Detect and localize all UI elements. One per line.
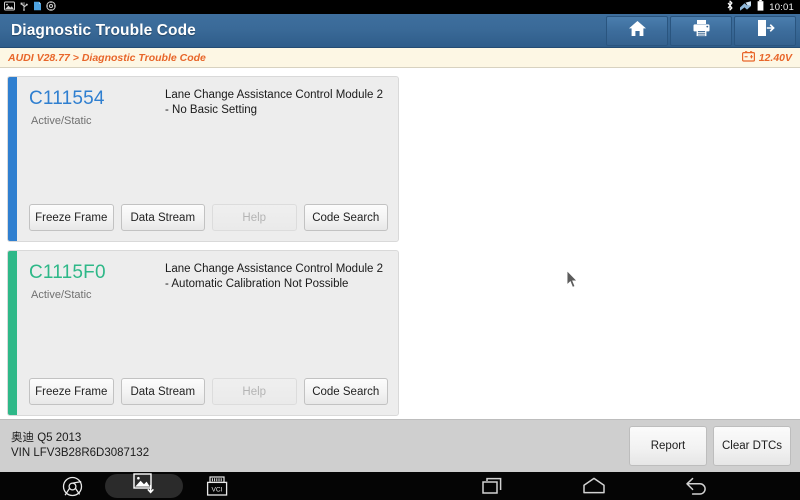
title-bar-actions <box>606 14 800 47</box>
dtc-card: C111554 Active/Static Lane Change Assistan… <box>7 76 399 242</box>
dtc-card: C1115F0 Active/Static Lane Change Assistan… <box>7 250 399 416</box>
dtc-card-header: C1115F0 Active/Static Lane Change Assistan… <box>29 261 388 301</box>
data-stream-button[interactable]: Data Stream <box>120 204 205 231</box>
data-stream-button[interactable]: Data Stream <box>120 378 205 405</box>
breadcrumb[interactable]: AUDI V28.77 > Diagnostic Trouble Code <box>0 52 206 64</box>
voltage-value: 12.40V <box>758 51 792 64</box>
android-nav-bar: VCI <box>0 472 800 500</box>
dtc-code: C111554 <box>29 88 105 109</box>
vehicle-name: 奥迪 Q5 2013 <box>11 432 82 444</box>
print-button[interactable] <box>670 15 732 46</box>
footer-actions: Report Clear DTCs <box>629 426 800 466</box>
home-button[interactable] <box>606 15 668 46</box>
report-button[interactable]: Report <box>629 426 707 466</box>
vehicle-info: 奥迪 Q5 2013 VIN LFV3B28R6D3087132 <box>0 431 149 461</box>
home-icon <box>628 20 647 42</box>
page-title: Diagnostic Trouble Code <box>11 21 196 39</box>
dtc-status: Active/Static <box>31 289 92 301</box>
exit-button[interactable] <box>734 15 796 46</box>
dtc-code: C1115F0 <box>29 262 106 283</box>
dtc-severity-accent <box>8 251 17 415</box>
dtc-card-header: C111554 Active/Static Lane Change Assistan… <box>29 87 388 127</box>
browser-icon[interactable] <box>62 476 83 497</box>
home-icon[interactable] <box>582 477 606 495</box>
svg-text:VCI: VCI <box>212 486 223 493</box>
dtc-action-row: Freeze Frame Data Stream Help Code Search <box>29 378 388 405</box>
footer-bar: 奥迪 Q5 2013 VIN LFV3B28R6D3087132 Report … <box>0 419 800 472</box>
vci-icon[interactable]: VCI <box>205 475 230 497</box>
voltage-indicator: 12.40V <box>741 49 800 67</box>
android-status-bar: 10:01 <box>0 0 800 14</box>
dtc-description: Lane Change Assistance Control Module 2 … <box>165 263 384 290</box>
nav-bar-right-group <box>482 476 800 496</box>
freeze-frame-button[interactable]: Freeze Frame <box>29 204 114 231</box>
dtc-status: Active/Static <box>31 115 92 127</box>
battery-voltage-icon <box>741 49 755 67</box>
dtc-code-column: C1115F0 Active/Static <box>29 261 165 301</box>
screenshot-capture-button[interactable] <box>105 473 183 499</box>
back-icon[interactable] <box>684 477 708 496</box>
dtc-description: Lane Change Assistance Control Module 2 … <box>165 89 384 116</box>
dtc-code-column: C111554 Active/Static <box>29 87 165 127</box>
recents-icon[interactable] <box>482 476 504 496</box>
clear-dtcs-button[interactable]: Clear DTCs <box>713 426 791 466</box>
help-button: Help <box>212 378 297 405</box>
breadcrumb-bar: AUDI V28.77 > Diagnostic Trouble Code 12… <box>0 48 800 68</box>
dtc-action-row: Freeze Frame Data Stream Help Code Search <box>29 204 388 231</box>
screenshot-capture-icon <box>132 473 156 499</box>
exit-icon <box>756 19 775 42</box>
app-title-bar: Diagnostic Trouble Code <box>0 14 800 48</box>
code-search-button[interactable]: Code Search <box>303 378 388 405</box>
code-search-button[interactable]: Code Search <box>303 204 388 231</box>
help-button: Help <box>212 204 297 231</box>
dtc-severity-accent <box>8 77 17 241</box>
dtc-card-body: C1115F0 Active/Static Lane Change Assistan… <box>17 251 398 415</box>
dtc-card-body: C111554 Active/Static Lane Change Assistan… <box>17 77 398 241</box>
status-bar-clock: 10:01 <box>769 1 794 13</box>
vehicle-vin: VIN LFV3B28R6D3087132 <box>11 447 150 459</box>
print-icon <box>692 19 711 42</box>
nav-bar-left-group: VCI <box>0 473 230 499</box>
freeze-frame-button[interactable]: Freeze Frame <box>29 378 114 405</box>
diagnostic-app-window: 10:01 Diagnostic Trouble Code AUDI V28.7… <box>0 0 800 500</box>
dtc-card-list: C111554 Active/Static Lane Change Assistan… <box>0 68 800 500</box>
